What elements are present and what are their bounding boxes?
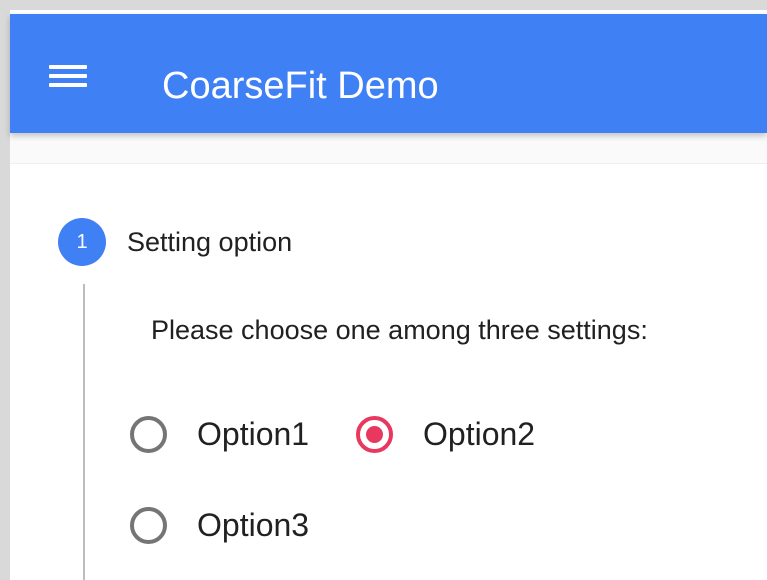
radio-option-3[interactable]: Option3 xyxy=(130,501,309,549)
window-top-edge xyxy=(0,0,767,10)
radio-checked-icon[interactable] xyxy=(356,415,393,453)
instruction-text: Please choose one among three settings: xyxy=(151,315,648,345)
app-window: CoarseFit Demo 1 Setting option Please c… xyxy=(0,0,767,580)
radio-selected-dot xyxy=(366,425,383,443)
step-title: Setting option xyxy=(127,227,293,257)
main-content: 1 Setting option Please choose one among… xyxy=(10,133,767,580)
menu-icon-line xyxy=(49,74,87,78)
step-number-badge: 1 xyxy=(58,218,106,266)
content-top-band xyxy=(10,133,767,164)
radio-option-1[interactable]: Option1 xyxy=(130,410,309,458)
menu-icon-line xyxy=(49,83,87,87)
radio-option-label[interactable]: Option2 xyxy=(423,414,535,454)
app-title: CoarseFit Demo xyxy=(162,65,439,107)
radio-unchecked-icon[interactable] xyxy=(130,506,167,544)
step-connector-line xyxy=(83,284,85,580)
hamburger-menu-icon[interactable] xyxy=(40,53,96,97)
menu-icon-line xyxy=(49,65,87,69)
radio-option-label[interactable]: Option1 xyxy=(197,414,309,454)
radio-unchecked-icon[interactable] xyxy=(130,415,167,453)
app-bar: CoarseFit Demo xyxy=(10,14,767,133)
radio-option-2[interactable]: Option2 xyxy=(356,410,535,458)
radio-option-label[interactable]: Option3 xyxy=(197,505,309,545)
window-left-edge xyxy=(0,0,10,580)
